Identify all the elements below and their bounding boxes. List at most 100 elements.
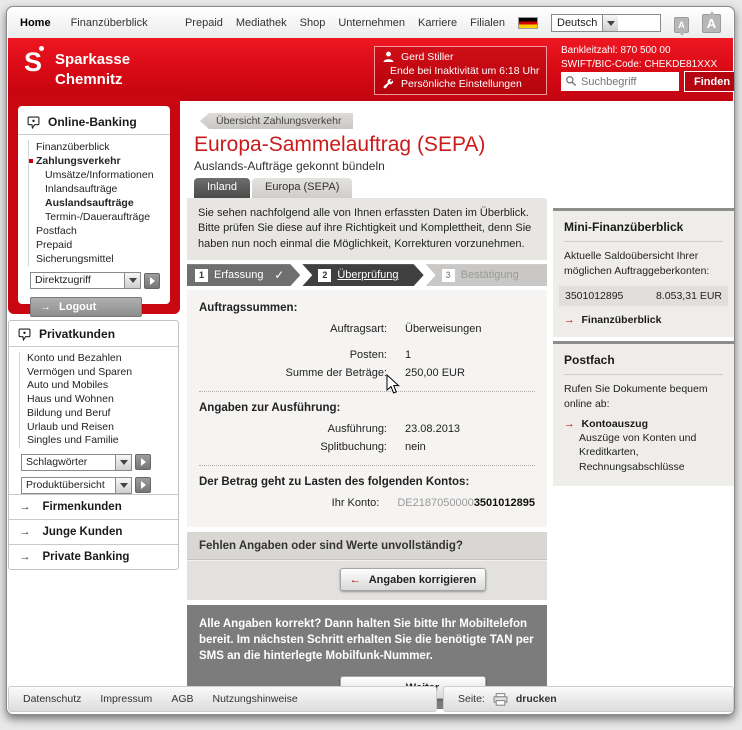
page-subtitle: Auslands-Aufträge gekonnt bündeln	[194, 159, 385, 173]
row-label: Splitbuchung:	[199, 441, 387, 453]
sidebar-item-singles-und-familie[interactable]: Singles und Familie	[27, 434, 170, 448]
direktzugriff-select-value: Direktzugriff	[31, 273, 124, 288]
divider	[199, 465, 535, 466]
sidebar-item-postfach[interactable]: Postfach	[36, 224, 162, 238]
footer-impressum[interactable]: Impressum	[100, 693, 152, 705]
execution-row-ausfuehrung: Ausführung: 23.08.2013	[199, 423, 535, 435]
nav-shop[interactable]: Shop	[300, 17, 326, 29]
header: S Sparkasse Chemnitz Gerd Stiller Ende b…	[8, 38, 733, 101]
direktzugriff-go-button[interactable]	[144, 273, 160, 289]
step-erfassung[interactable]: 1 Erfassung ✓	[187, 264, 300, 286]
section-arrow-icon: →	[19, 501, 31, 513]
produktuebersicht-go-button[interactable]	[135, 477, 151, 493]
nav-filialen[interactable]: Filialen	[470, 17, 505, 29]
step-label: Erfassung	[214, 269, 264, 281]
privatkunden-panel: Privatkunden Konto und Bezahlen Vermögen…	[8, 320, 179, 570]
nav-prepaid[interactable]: Prepaid	[185, 17, 223, 29]
account-number: 3501012895	[474, 497, 535, 509]
direktzugriff-select[interactable]: Direktzugriff	[30, 272, 141, 289]
schlagwoerter-select[interactable]: Schlagwörter	[21, 454, 132, 471]
right-sidebar: Mini-Finanzüberblick Aktuelle Saldoübers…	[553, 208, 734, 490]
schlagwoerter-select-arrow-icon[interactable]	[115, 455, 131, 470]
sidebar-item-terminauftraege[interactable]: Termin-/Daueraufträge	[36, 210, 162, 224]
produktuebersicht-select-value: Produktübersicht	[22, 478, 115, 493]
direktzugriff-select-arrow-icon[interactable]	[124, 273, 140, 288]
order-summary-section: Auftragssummen: Auftragsart: Überweisung…	[187, 290, 547, 527]
produktuebersicht-select[interactable]: Produktübersicht	[21, 477, 132, 494]
language-select[interactable]: Deutsch	[551, 14, 661, 32]
brand-line2: Chemnitz	[55, 70, 130, 90]
produktuebersicht-select-arrow-icon[interactable]	[115, 478, 131, 493]
row-label: Summe der Beträge:	[199, 367, 387, 379]
sidebar-item-haus-und-wohnen[interactable]: Haus und Wohnen	[27, 393, 170, 407]
angaben-korrigieren-button[interactable]: ← Angaben korrigieren	[340, 568, 486, 591]
step-label: Überprüfung	[337, 269, 398, 281]
sidebar-section-private-banking[interactable]: → Private Banking	[9, 544, 178, 569]
step-ueberpruefung[interactable]: 2 Überprüfung	[302, 264, 423, 286]
sidebar-item-auslandsauftraege[interactable]: Auslandsaufträge	[36, 196, 162, 210]
sidebar-item-konto-und-bezahlen[interactable]: Konto und Bezahlen	[27, 352, 170, 366]
sidebar-item-finanzueberblick[interactable]: Finanzüberblick	[36, 140, 162, 154]
logout-arrow-icon: →	[40, 301, 51, 313]
sidebar-item-inlandsauftraege[interactable]: Inlandsaufträge	[36, 182, 162, 196]
sidebar-item-vermoegen-und-sparen[interactable]: Vermögen und Sparen	[27, 366, 170, 380]
account-iban-prefix: DE2187050000	[397, 497, 473, 509]
sidebar-item-sicherungsmittel[interactable]: Sicherungsmittel	[36, 252, 162, 266]
font-increase-button[interactable]: A	[702, 14, 721, 33]
nav-home[interactable]: Home	[20, 17, 51, 29]
postfach-panel: Postfach Rufen Sie Dokumente bequem onli…	[553, 341, 734, 485]
back-arrow-icon: ←	[350, 574, 361, 586]
sidebar-item-bildung-und-beruf[interactable]: Bildung und Beruf	[27, 407, 170, 421]
personal-settings-link[interactable]: Persönliche Einstellungen	[401, 78, 522, 90]
nav-finanzueberblick[interactable]: Finanzüberblick	[71, 17, 148, 29]
finanzueberblick-link[interactable]: Finanzüberblick	[582, 314, 662, 326]
search-submit-button[interactable]: Finden	[684, 71, 735, 92]
section-arrow-icon: →	[19, 551, 31, 563]
dialog-icon	[27, 116, 40, 129]
kontoauszug-link[interactable]: Kontoauszug	[582, 418, 649, 430]
online-banking-panel: Online-Banking Finanzüberblick Zahlungsv…	[18, 106, 170, 304]
sidebar-item-umsaetze[interactable]: Umsätze/Informationen	[36, 168, 162, 182]
sidebar-section-firmenkunden[interactable]: → Firmenkunden	[9, 494, 178, 519]
breadcrumb-back-button[interactable]: Übersicht Zahlungsverkehr	[200, 113, 353, 129]
row-value: Überweisungen	[405, 323, 481, 335]
print-link[interactable]: drucken	[516, 693, 557, 705]
tab-europa-sepa[interactable]: Europa (SEPA)	[252, 178, 352, 198]
utility-bar: Home Finanzüberblick Prepaid Mediathek S…	[8, 8, 733, 38]
font-increase-label: A	[707, 16, 716, 31]
step-number: 2	[318, 269, 331, 282]
dialog-icon	[18, 328, 31, 341]
footer-datenschutz[interactable]: Datenschutz	[23, 693, 81, 705]
account-heading: Der Betrag geht zu Lasten des folgenden …	[199, 476, 535, 488]
search-input[interactable]	[561, 72, 679, 91]
sidebar-item-auto-und-mobiles[interactable]: Auto und Mobiles	[27, 379, 170, 393]
brand-logo[interactable]: S Sparkasse Chemnitz	[24, 47, 130, 89]
font-decrease-button[interactable]: A	[674, 17, 689, 33]
privatkunden-title: Privatkunden	[39, 327, 115, 341]
tab-inland[interactable]: Inland	[194, 178, 250, 198]
sidebar-section-junge-kunden[interactable]: → Junge Kunden	[9, 519, 178, 544]
row-label: Posten:	[199, 349, 387, 361]
sidebar-item-prepaid[interactable]: Prepaid	[36, 238, 162, 252]
step-number: 3	[442, 269, 455, 282]
schlagwoerter-go-button[interactable]	[135, 454, 151, 470]
row-value: 250,00 EUR	[405, 367, 465, 379]
page-title: Europa-Sammelauftrag (SEPA)	[194, 133, 485, 157]
language-select-arrow-icon[interactable]	[602, 15, 618, 31]
footer-agb[interactable]: AGB	[171, 693, 193, 705]
mini-finanzueberblick-panel: Mini-Finanzüberblick Aktuelle Saldoübers…	[553, 208, 734, 337]
sidebar-item-urlaub-und-reisen[interactable]: Urlaub und Reisen	[27, 421, 170, 435]
account-id: 3501012895	[565, 290, 623, 302]
language-select-value: Deutsch	[552, 15, 602, 31]
nav-unternehmen[interactable]: Unternehmen	[338, 17, 405, 29]
account-row: Ihr Konto: DE21870500003501012895	[199, 497, 535, 509]
account-balance-row[interactable]: 3501012895 8.053,31 EUR	[559, 286, 728, 306]
nav-mediathek[interactable]: Mediathek	[236, 17, 287, 29]
section-label: Firmenkunden	[43, 501, 122, 513]
footer-nutzungshinweise[interactable]: Nutzungshinweise	[213, 693, 298, 705]
go-arrow-icon	[141, 458, 146, 466]
step-number: 1	[195, 269, 208, 282]
sidebar-item-zahlungsverkehr[interactable]: Zahlungsverkehr	[36, 154, 162, 168]
logout-button[interactable]: → Logout	[30, 297, 142, 317]
nav-karriere[interactable]: Karriere	[418, 17, 457, 29]
